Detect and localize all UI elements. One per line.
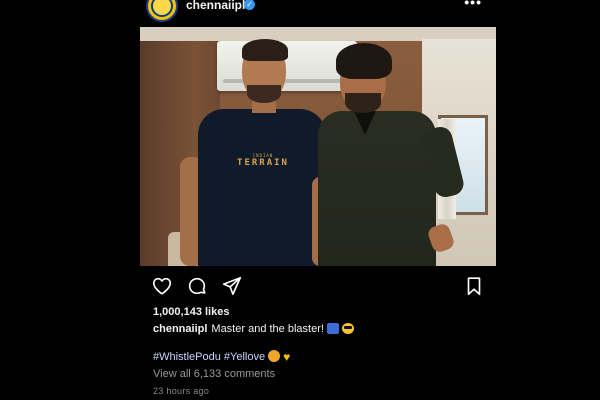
caption-hashtags: #WhistlePodu #Yellove ♥ <box>153 350 290 364</box>
instagram-post-view: chennaiipl ✓ ••• INDIAN TERRAIN 1,000,14… <box>0 0 600 400</box>
share-button[interactable] <box>220 274 244 298</box>
paper-plane-icon <box>222 276 242 296</box>
person-left-beard <box>247 85 281 103</box>
shirt-print-logo: INDIAN TERRAIN <box>237 153 289 168</box>
yellow-heart-icon: ♥ <box>283 350 291 364</box>
post-header: chennaiipl ✓ ••• <box>140 0 496 24</box>
bookmark-icon <box>467 277 481 296</box>
post-photo[interactable]: INDIAN TERRAIN <box>140 27 496 266</box>
lion-emoji-icon <box>268 350 281 362</box>
right-margin <box>496 0 600 400</box>
new-emoji-icon <box>326 323 339 334</box>
caption-username[interactable]: chennaiipl <box>153 323 207 335</box>
comment-button[interactable] <box>185 274 209 298</box>
profile-avatar[interactable] <box>146 0 178 22</box>
comment-bubble-icon <box>188 277 206 295</box>
person-left-hair <box>242 39 288 61</box>
person-left-shirt <box>198 109 326 266</box>
person-right-shirt <box>318 111 436 266</box>
person-right-hair <box>336 43 392 79</box>
hashtag-links[interactable]: #WhistlePodu #Yellove <box>153 351 265 363</box>
post-action-bar <box>140 272 496 300</box>
post-timestamp: 23 hours ago <box>153 386 210 396</box>
view-all-comments-link[interactable]: View all 6,133 comments <box>153 368 275 380</box>
team-logo-icon <box>151 0 173 17</box>
post-username[interactable]: chennaiipl <box>186 0 245 12</box>
heart-icon <box>152 277 172 295</box>
left-margin <box>0 0 140 400</box>
person-right-beard <box>345 93 381 113</box>
post-caption: chennaiipl Master and the blaster! <box>153 323 354 335</box>
caption-text: Master and the blaster! <box>211 323 324 335</box>
like-button[interactable] <box>150 274 174 298</box>
verified-badge-icon: ✓ <box>244 0 255 10</box>
save-button[interactable] <box>462 274 486 298</box>
more-options-icon[interactable]: ••• <box>464 0 482 10</box>
sunglasses-emoji-icon <box>341 323 354 334</box>
likes-count[interactable]: 1,000,143 likes <box>153 306 229 318</box>
